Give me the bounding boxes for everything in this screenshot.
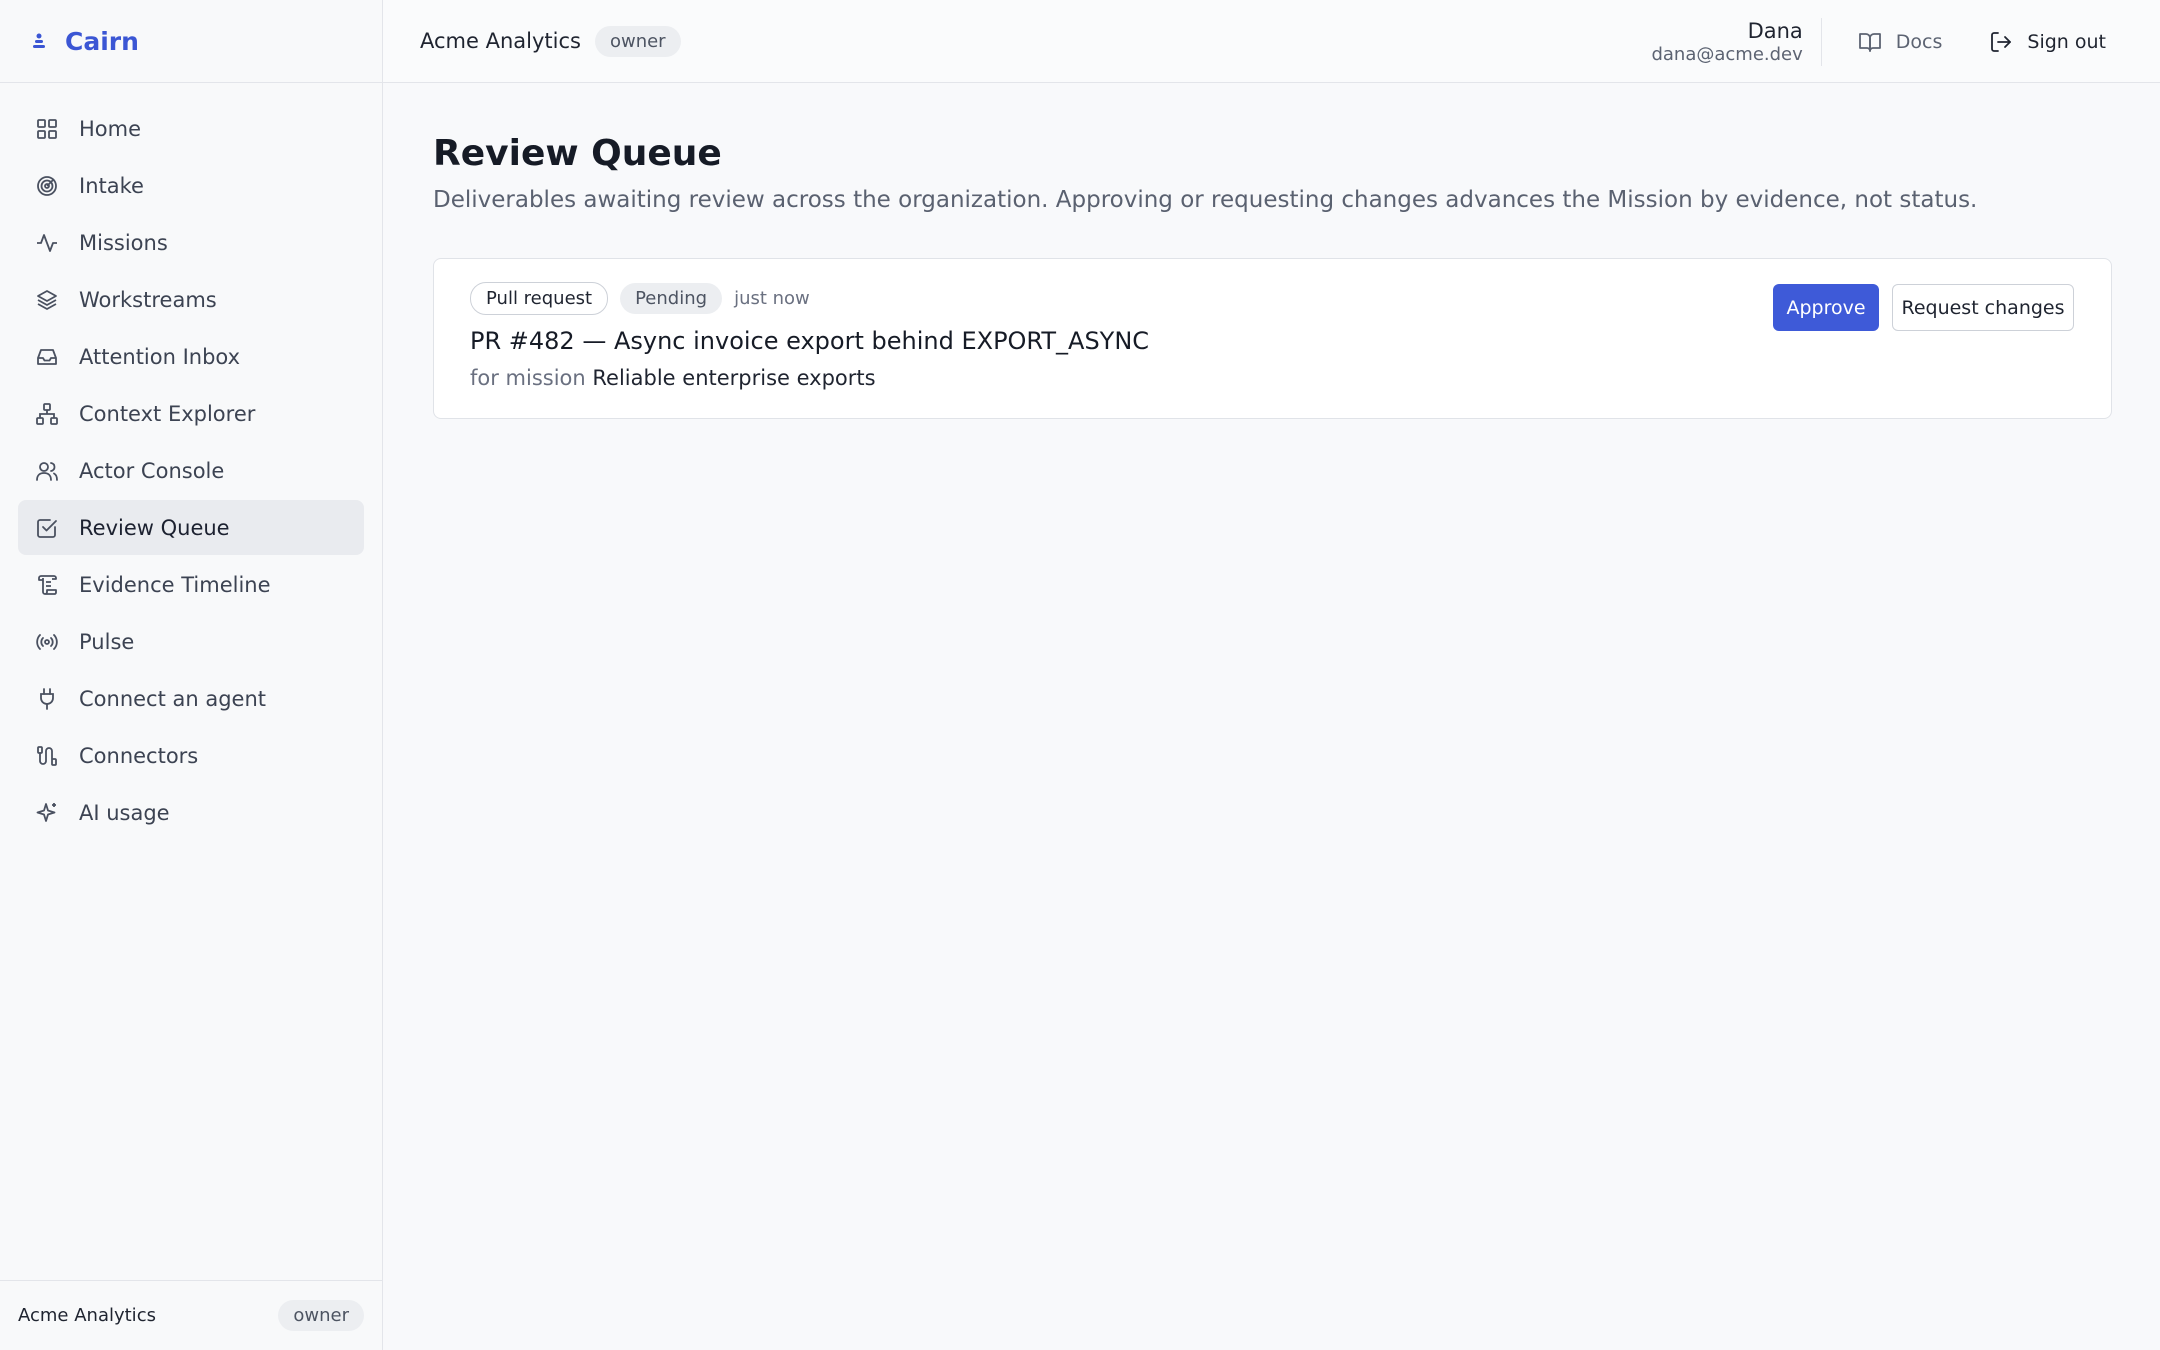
org-name: Acme Analytics — [18, 1305, 156, 1326]
sidebar-item-label: Context Explorer — [79, 401, 256, 426]
page-description: Deliverables awaiting review across the … — [433, 187, 1978, 213]
org-switcher[interactable]: Acme Analytics owner — [0, 1280, 382, 1350]
sidebar-item-label: Evidence Timeline — [79, 572, 271, 597]
docs-label: Docs — [1895, 30, 1943, 53]
sidebar-item-connect-agent[interactable]: Connect an agent — [18, 671, 364, 726]
users-icon — [36, 461, 58, 481]
sidebar-item-home[interactable]: Home — [18, 101, 364, 156]
network-icon — [36, 402, 58, 425]
sidebar-item-label: Review Queue — [79, 515, 230, 540]
sidebar-item-intake[interactable]: Intake — [18, 158, 364, 213]
cairn-logo-icon — [33, 33, 45, 48]
brand-name: Cairn — [65, 26, 139, 56]
plug-icon — [40, 687, 54, 710]
sidebar-nav: Home Intake Missions Workstreams Attenti… — [0, 83, 382, 840]
type-badge: Pull request — [470, 282, 609, 315]
sidebar-item-attention-inbox[interactable]: Attention Inbox — [18, 329, 364, 384]
sidebar-item-label: Connectors — [79, 743, 199, 768]
sidebar-item-workstreams[interactable]: Workstreams — [18, 272, 364, 327]
org-name: Acme Analytics — [420, 29, 581, 53]
sidebar-item-review-queue[interactable]: Review Queue — [18, 500, 364, 555]
sidebar-item-label: Home — [79, 116, 142, 141]
sidebar-item-label: AI usage — [79, 800, 170, 825]
sidebar: Cairn Home Intake Missions Workstreams A… — [0, 0, 383, 1350]
mission-link[interactable]: Reliable enterprise exports — [592, 366, 875, 390]
sidebar-item-label: Actor Console — [79, 458, 225, 483]
page-title: Review Queue — [433, 133, 722, 174]
target-icon — [37, 175, 57, 196]
review-mission: for mission Reliable enterprise exports — [470, 366, 876, 390]
sign-out-label: Sign out — [2027, 30, 2106, 53]
review-card: Pull request Pending just now PR #482 — … — [433, 258, 2112, 419]
layers-icon — [37, 289, 57, 310]
sidebar-item-label: Attention Inbox — [79, 344, 241, 369]
approve-button[interactable]: Approve — [1773, 284, 1879, 331]
radio-icon — [36, 633, 58, 650]
log-out-icon — [1991, 31, 2012, 52]
mission-prefix: for mission — [470, 366, 586, 390]
role-badge: owner — [278, 1300, 364, 1331]
sidebar-item-pulse[interactable]: Pulse — [18, 614, 364, 669]
cable-icon — [37, 745, 57, 766]
sidebar-item-actor-console[interactable]: Actor Console — [18, 443, 364, 498]
user-email: dana@acme.dev — [1651, 43, 1803, 65]
docs-link[interactable]: Docs — [1858, 30, 1943, 54]
sidebar-item-context-explorer[interactable]: Context Explorer — [18, 386, 364, 441]
timestamp: just now — [734, 288, 810, 309]
book-open-icon — [1858, 32, 1881, 52]
sidebar-item-label: Workstreams — [79, 287, 217, 312]
role-badge: owner — [594, 25, 681, 57]
review-meta: Pull request Pending just now — [470, 282, 810, 315]
grid-icon — [37, 118, 57, 139]
sidebar-item-ai-usage[interactable]: AI usage — [18, 785, 364, 840]
sidebar-item-label: Intake — [79, 173, 144, 198]
sparkles-icon — [36, 802, 56, 822]
scroll-icon — [38, 574, 57, 595]
brand[interactable]: Cairn — [0, 0, 382, 83]
user-info: Dana dana@acme.dev — [1651, 17, 1822, 66]
review-title[interactable]: PR #482 — Async invoice export behind EX… — [470, 327, 1149, 355]
topbar-actions: Dana dana@acme.dev Docs Sign out — [1651, 0, 2160, 83]
sidebar-item-connectors[interactable]: Connectors — [18, 728, 364, 783]
request-changes-button[interactable]: Request changes — [1892, 284, 2074, 331]
topbar: Acme Analytics owner Dana dana@acme.dev … — [383, 0, 2160, 83]
inbox-icon — [37, 348, 57, 365]
activity-icon — [37, 233, 57, 252]
sidebar-item-label: Pulse — [79, 629, 135, 654]
sidebar-item-missions[interactable]: Missions — [18, 215, 364, 270]
sidebar-item-label: Missions — [79, 230, 168, 255]
status-badge: Pending — [620, 283, 723, 314]
sign-out-button[interactable]: Sign out — [1989, 30, 2106, 54]
sidebar-item-label: Connect an agent — [79, 686, 267, 711]
sidebar-item-evidence-timeline[interactable]: Evidence Timeline — [18, 557, 364, 612]
check-square-icon — [37, 518, 57, 538]
user-name: Dana — [1747, 18, 1803, 43]
